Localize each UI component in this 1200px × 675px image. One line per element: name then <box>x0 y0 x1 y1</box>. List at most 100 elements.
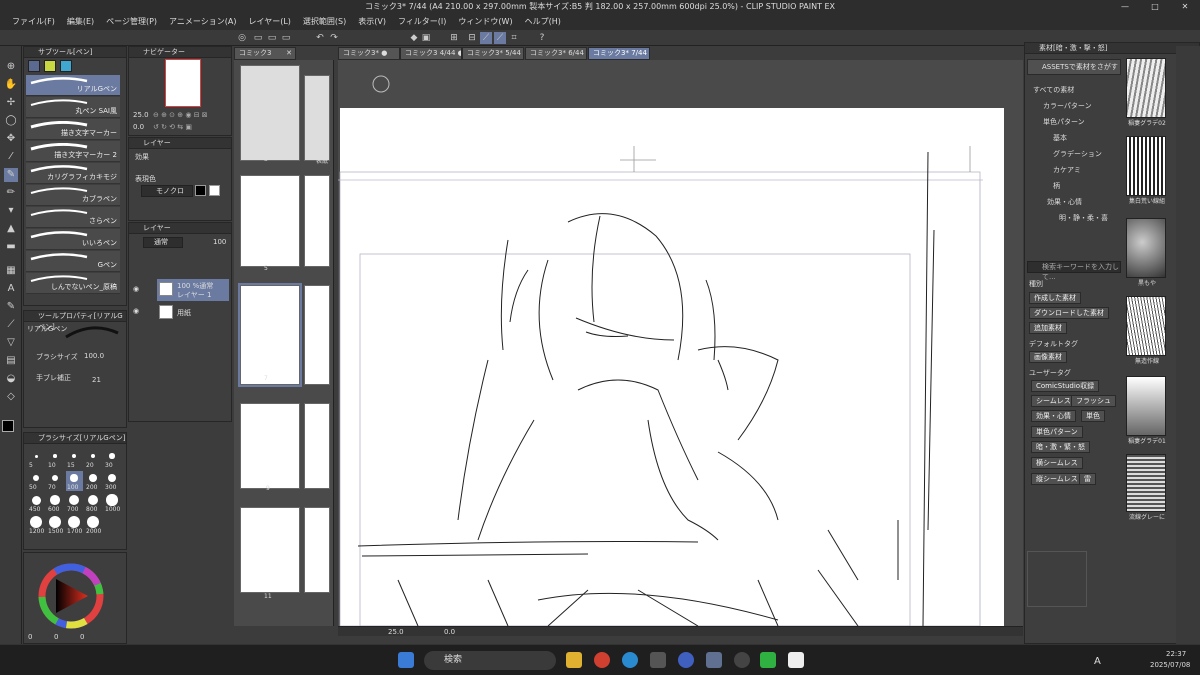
tag-user[interactable]: シームレス <box>1031 395 1076 407</box>
brush-icon[interactable]: ▾ <box>4 204 18 218</box>
layer-row[interactable]: 用紙 <box>157 303 229 321</box>
blend-icon[interactable]: ◇ <box>4 390 18 404</box>
tab-doc-2[interactable]: コミック3 4/44 ● <box>400 47 462 60</box>
navigator-preview[interactable] <box>165 59 201 107</box>
page-thumbnail[interactable] <box>304 175 330 267</box>
tab-doc-3[interactable]: コミック3* 5/44 ● <box>462 47 524 60</box>
settings-icon[interactable] <box>706 652 722 668</box>
material-thumbnail[interactable]: 稲妻グラデ01 <box>1126 376 1166 445</box>
material-tree-item[interactable]: すべての素材 <box>1033 85 1074 95</box>
tab-page-manager[interactable]: コミック3 ✕ <box>234 47 296 60</box>
tag-user[interactable]: 効果・心情 <box>1031 410 1076 422</box>
obs-icon[interactable] <box>734 652 750 668</box>
brush-item[interactable]: リアルGペン <box>26 75 120 96</box>
brush-item[interactable]: カブラペン <box>26 185 120 206</box>
material-tree-item[interactable]: 効果・心情 <box>1047 197 1082 207</box>
brush-size-preset[interactable]: 600 <box>47 493 64 513</box>
menu-page[interactable]: ページ管理(P) <box>100 14 163 30</box>
ruler-icon[interactable]: ⊟ <box>466 32 478 44</box>
fill-icon[interactable]: ◆ <box>408 32 420 44</box>
menu-selection[interactable]: 選択範囲(S) <box>297 14 352 30</box>
menu-filter[interactable]: フィルター(I) <box>392 14 452 30</box>
page-thumbnail[interactable] <box>240 507 300 593</box>
color-value-v[interactable]: 0 <box>80 633 84 641</box>
eye-icon[interactable]: ◉ <box>133 307 139 315</box>
chrome-icon[interactable] <box>594 652 610 668</box>
balloon-icon[interactable]: ✎ <box>4 300 18 314</box>
menu-layer[interactable]: レイヤー(L) <box>242 14 296 30</box>
snap-special-icon[interactable]: ⌗ <box>508 32 520 44</box>
tag-user[interactable]: 単色パターン <box>1031 426 1083 438</box>
brush-size-preset[interactable]: 5 <box>28 449 45 469</box>
new-icon[interactable]: ▭ <box>252 32 264 44</box>
save-icon[interactable]: ▭ <box>280 32 292 44</box>
page-thumbnail[interactable] <box>240 403 300 489</box>
cut-icon[interactable]: ▣ <box>420 32 432 44</box>
material-tree-item[interactable]: カケアミ <box>1053 165 1081 175</box>
canvas-zoom-value[interactable]: 25.0 <box>388 628 404 636</box>
minimize-button[interactable]: — <box>1110 0 1140 14</box>
canvas-drawing[interactable] <box>338 60 1023 627</box>
material-tree-item[interactable]: 基本 <box>1053 133 1067 143</box>
move-icon[interactable]: ✥ <box>4 132 18 146</box>
marker-group-icon[interactable] <box>44 60 56 72</box>
main-color-swatch[interactable] <box>2 420 14 432</box>
brush-size-preset[interactable]: 1000 <box>104 493 121 513</box>
line-icon[interactable] <box>760 652 776 668</box>
tag-user[interactable]: 暗・激・緊・怒 <box>1031 441 1090 453</box>
page-thumbnail[interactable] <box>304 75 330 161</box>
brush-size-preset[interactable]: 1500 <box>47 515 64 535</box>
help-icon[interactable]: ? <box>536 32 548 44</box>
tab-close-icon[interactable]: ✕ <box>286 48 292 59</box>
page-thumbnail[interactable] <box>240 175 300 267</box>
brush-size-preset[interactable]: 30 <box>104 449 121 469</box>
pen-icon[interactable]: ✎ <box>4 168 18 182</box>
brush-item[interactable]: しんでないペン_原稿 <box>26 273 120 294</box>
layer-row[interactable]: 100 %通常 レイヤー 1 <box>157 279 229 301</box>
tag-user[interactable]: フラッシュ <box>1071 395 1116 407</box>
lasso-icon[interactable]: ◯ <box>4 114 18 128</box>
undo-icon[interactable]: ↶ <box>314 32 326 44</box>
material-tree-item[interactable]: 柄 <box>1053 181 1060 191</box>
navigator-zoom-value[interactable]: 25.0 <box>133 111 149 119</box>
windows-start-icon[interactable] <box>398 652 414 668</box>
material-tree-item[interactable]: グラデーション <box>1053 149 1102 159</box>
app-icon[interactable] <box>650 652 666 668</box>
open-icon[interactable]: ▭ <box>266 32 278 44</box>
navigator-angle-value[interactable]: 0.0 <box>133 123 144 131</box>
page-thumbnail[interactable] <box>240 65 300 161</box>
word-icon[interactable] <box>678 652 694 668</box>
brush-size-preset[interactable]: 10 <box>47 449 64 469</box>
hand-icon[interactable]: ✋ <box>4 78 18 92</box>
tag-user[interactable]: 縦シームレス <box>1031 473 1083 485</box>
tag-user[interactable]: 単色 <box>1081 410 1105 422</box>
menu-window[interactable]: ウィンドウ(W) <box>452 14 518 30</box>
clock-date[interactable]: 2025/07/08 <box>1150 661 1190 669</box>
operation-icon[interactable]: ✢ <box>4 96 18 110</box>
page-thumbnail[interactable] <box>304 403 330 489</box>
expression-color-select[interactable]: モノクロ <box>141 185 193 197</box>
canvas-area[interactable] <box>338 60 1023 627</box>
decoration-group-icon[interactable] <box>60 60 72 72</box>
search-assets-button[interactable]: ASSETSで素材をさがす <box>1027 59 1121 75</box>
redo-icon[interactable]: ↷ <box>328 32 340 44</box>
material-thumbnail[interactable]: 集白荒い線組 <box>1126 136 1166 205</box>
snap-icon[interactable]: ⟋ <box>480 32 492 44</box>
brush-item[interactable]: いいろペン <box>26 229 120 250</box>
tag-user[interactable]: 雷 <box>1079 473 1096 485</box>
brush-size-preset[interactable]: 100 <box>66 471 83 491</box>
material-thumbnail[interactable]: 流線グレーに <box>1126 454 1166 521</box>
brush-size-value[interactable]: 100.0 <box>84 352 104 360</box>
tag-downloaded[interactable]: ダウンロードした素材 <box>1029 307 1109 319</box>
eraser-icon[interactable]: ▬ <box>4 240 18 254</box>
canvas-angle-value[interactable]: 0.0 <box>444 628 455 636</box>
pencil-icon[interactable]: ✏ <box>4 186 18 200</box>
page-thumbnail[interactable] <box>304 285 330 385</box>
figure-icon[interactable]: ▽ <box>4 336 18 350</box>
material-tree-item[interactable]: 明・静・柔・喜 <box>1059 213 1108 223</box>
material-thumbnail[interactable]: 稲妻グラデ02 <box>1126 58 1166 127</box>
menu-edit[interactable]: 編集(E) <box>61 14 100 30</box>
ime-indicator[interactable]: A <box>1094 656 1101 667</box>
color-white-swatch[interactable] <box>209 185 220 196</box>
brush-size-preset[interactable]: 1700 <box>66 515 83 535</box>
